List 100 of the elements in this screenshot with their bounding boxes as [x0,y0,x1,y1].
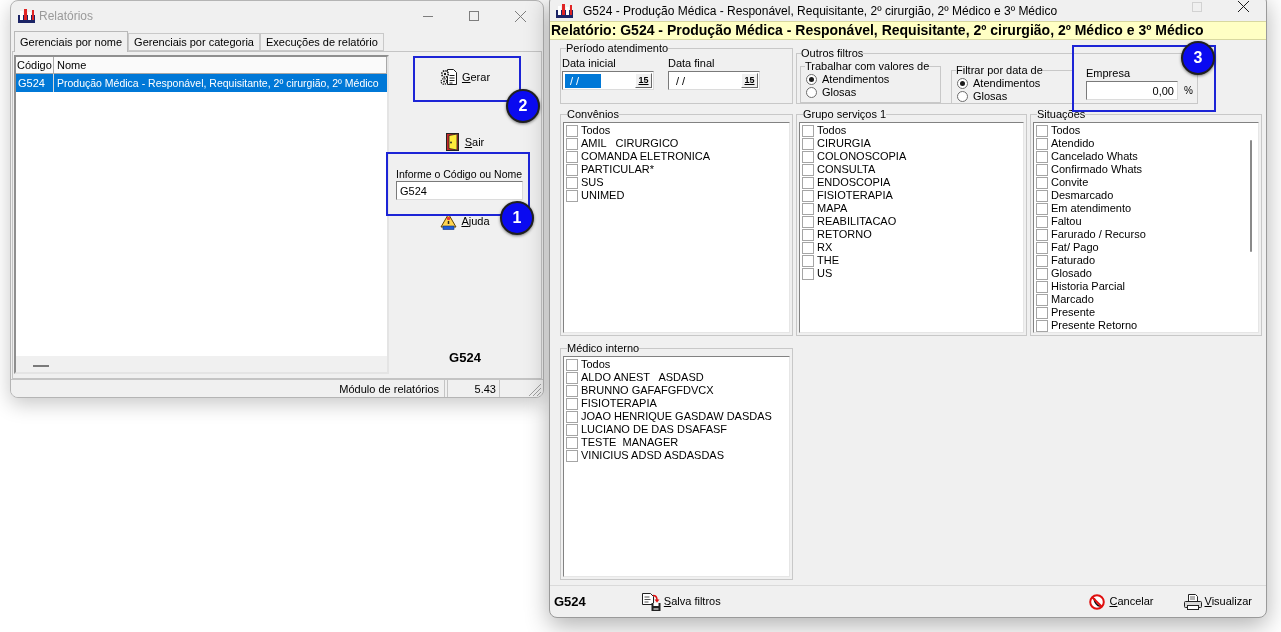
checkbox[interactable] [802,176,814,189]
radio-button[interactable] [806,74,817,85]
save-filters-button[interactable]: Salva filtros [639,589,723,614]
checkbox[interactable] [1036,202,1048,215]
tab[interactable]: Gerenciais por categoria [128,33,260,51]
checkbox[interactable] [566,436,578,449]
version-text: 5.43 [447,380,500,397]
generate-button[interactable]: Gerar [436,64,494,90]
checkbox[interactable] [1036,124,1048,137]
cancel-button[interactable]: Cancelar [1087,589,1156,614]
checkbox[interactable] [802,189,814,202]
preview-button[interactable]: Visualizar [1181,589,1254,614]
checkbox-label: FISIOTERAPIA [581,397,657,410]
checkbox[interactable] [1036,176,1048,189]
radio-button[interactable] [957,78,968,89]
group-label: Médico interno [567,342,640,355]
percent-field[interactable]: 0,00 [1086,81,1178,100]
checkbox[interactable] [1036,319,1048,332]
checkbox-label: CONSULTA [817,163,876,176]
search-field[interactable]: G524 [396,181,523,200]
table-cell: G524 [16,74,54,92]
checkbox[interactable] [1036,254,1048,267]
checkbox[interactable] [802,267,814,280]
checkbox-label: Todos [581,124,611,137]
checkbox[interactable] [802,254,814,267]
checkbox[interactable] [802,228,814,241]
checkbox-label: Fat/ Pago [1051,241,1099,254]
exit-button[interactable]: Sair [442,131,488,153]
checkbox[interactable] [566,124,578,137]
report-code: G524 [449,350,481,366]
calendar-button[interactable]: 15 [741,73,758,88]
checkbox[interactable] [566,189,578,202]
checkbox-label: US [817,267,833,280]
resize-grip-icon [529,384,541,396]
checkbox[interactable] [566,384,578,397]
checkbox-label: Faturado [1051,254,1096,267]
checkbox[interactable] [802,137,814,150]
date-field[interactable]: / / 15 [668,71,760,90]
checkbox[interactable] [566,358,578,371]
radio-label: Glosas [973,90,1008,103]
checkbox[interactable] [566,163,578,176]
app-icon [18,9,35,23]
report-banner: Relatório: G524 - Produção Médica - Responável, Requisitante, 2º cirurgião, 2º Médico e 3º Médico [550,21,1266,40]
table-row[interactable]: G524 Produção Médica - Responável, Requisitante, 2º cirurgião, 2º Médico [16,74,387,92]
checkbox-label: COMANDA ELETRONICA [581,150,710,163]
checkbox-label: FISIOTERAPIA [817,189,893,202]
checkbox-label: CIRURGIA [817,137,871,150]
checkbox-label: AMIL CIRURGICO [581,137,679,150]
checkbox[interactable] [802,124,814,137]
field-label: Data final [668,57,716,70]
column-header[interactable]: Nome [54,57,387,74]
checkbox-label: Confirmado Whats [1051,163,1143,176]
checkbox[interactable] [1036,150,1048,163]
radio-label: Atendimentos [822,73,890,86]
radio-button[interactable] [806,87,817,98]
date-field[interactable]: / / 15 [562,71,654,90]
window-title: Relatórios [39,9,94,23]
radio-button[interactable] [957,91,968,102]
checkbox[interactable] [802,150,814,163]
checkbox[interactable] [1036,293,1048,306]
checkbox[interactable] [1036,306,1048,319]
checkbox[interactable] [566,176,578,189]
checkbox-label: Todos [1051,124,1081,137]
checkbox-label: Historia Parcial [1051,280,1125,293]
checkbox[interactable] [566,150,578,163]
calendar-button[interactable]: 15 [635,73,652,88]
checkbox[interactable] [1036,137,1048,150]
date-value: / / [565,73,601,88]
checkbox[interactable] [1036,215,1048,228]
checkbox[interactable] [566,397,578,410]
checkbox[interactable] [566,137,578,150]
checkbox[interactable] [566,410,578,423]
help-button[interactable]: Ajuda [437,211,493,231]
checkbox[interactable] [1036,280,1048,293]
checkbox[interactable] [566,423,578,436]
group-label: Situações [1037,108,1086,121]
checkbox[interactable] [802,215,814,228]
tab[interactable]: Execuções de relatório [259,33,384,51]
checkbox[interactable] [802,163,814,176]
checkbox[interactable] [1036,163,1048,176]
checkbox[interactable] [802,241,814,254]
group-label: Trabalhar com valores de [805,60,930,73]
checkbox[interactable] [1036,189,1048,202]
checkbox[interactable] [566,449,578,462]
unit-label: % [1184,84,1193,97]
radio-label: Glosas [822,86,857,99]
checkbox[interactable] [802,202,814,215]
checkbox-label: Atendido [1051,137,1095,150]
checkbox[interactable] [1036,241,1048,254]
radio-label: Atendimentos [973,77,1041,90]
column-header[interactable]: Código [16,57,54,74]
tab[interactable]: Gerenciais por nome [14,31,129,52]
checkbox[interactable] [1036,267,1048,280]
checkbox[interactable] [1036,228,1048,241]
group-label: Convênios [567,108,619,121]
checkbox-label: SUS [581,176,604,189]
checkbox[interactable] [566,371,578,384]
group-label: Outros filtros [801,47,864,60]
document-gear-icon [439,68,458,86]
checkbox-label: ENDOSCOPIA [817,176,891,189]
